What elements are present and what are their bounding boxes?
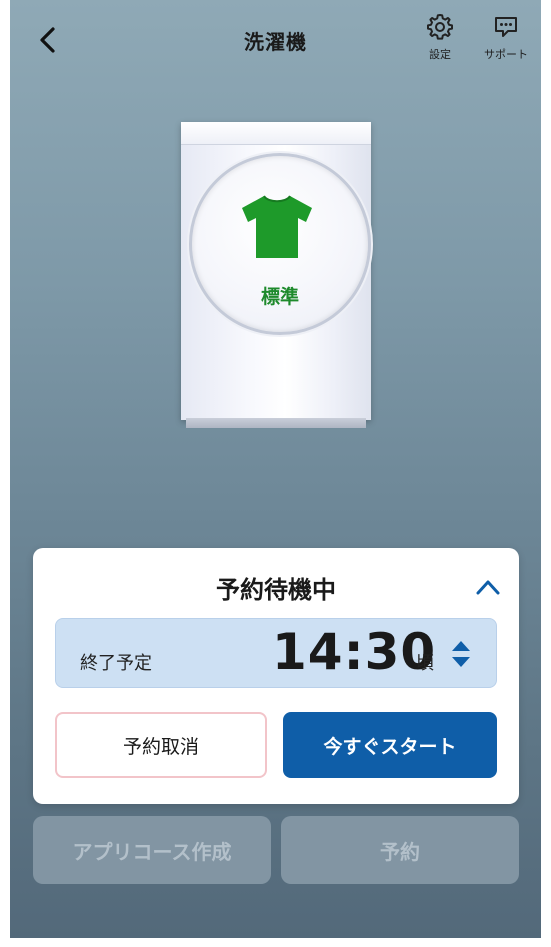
course-name: 標準 — [260, 286, 299, 308]
washer-screen: 洗濯機 設定 サポート 標準 予約待機中 終了予定 14:30 頃 予約取消 今… — [10, 0, 541, 938]
start-now-button[interactable]: 今すぐスタート — [283, 712, 497, 778]
end-time-selector[interactable]: 終了予定 14:30 頃 — [55, 618, 497, 688]
create-app-course-button[interactable]: アプリコース作成 — [33, 816, 271, 884]
end-time-label: 終了予定 — [80, 653, 152, 674]
end-time-value: 14:30 — [272, 623, 437, 681]
t-shirt-icon — [242, 195, 312, 258]
chat-bubble-icon — [495, 17, 517, 37]
reservation-card: 予約待機中 終了予定 14:30 頃 予約取消 今すぐスタート — [33, 548, 519, 804]
app-header: 洗濯機 設定 サポート — [10, 0, 541, 90]
settings-label: 設定 — [429, 48, 451, 61]
page-title: 洗濯機 — [244, 30, 307, 54]
support-label: サポート — [484, 48, 528, 61]
gear-icon — [427, 14, 453, 40]
collapse-button[interactable] — [473, 574, 503, 600]
up-down-stepper-icon[interactable] — [450, 639, 472, 669]
washer-lid — [181, 122, 371, 145]
reserve-button[interactable]: 予約 — [281, 816, 519, 884]
washer-base — [186, 418, 366, 428]
support-button[interactable]: サポート — [476, 12, 536, 62]
cancel-reservation-button[interactable]: 予約取消 — [55, 712, 267, 778]
settings-button[interactable]: 設定 — [420, 12, 460, 62]
chevron-up-icon — [476, 580, 500, 595]
end-time-suffix: 頃 — [416, 653, 434, 674]
reservation-status: 予約待機中 — [216, 576, 336, 604]
